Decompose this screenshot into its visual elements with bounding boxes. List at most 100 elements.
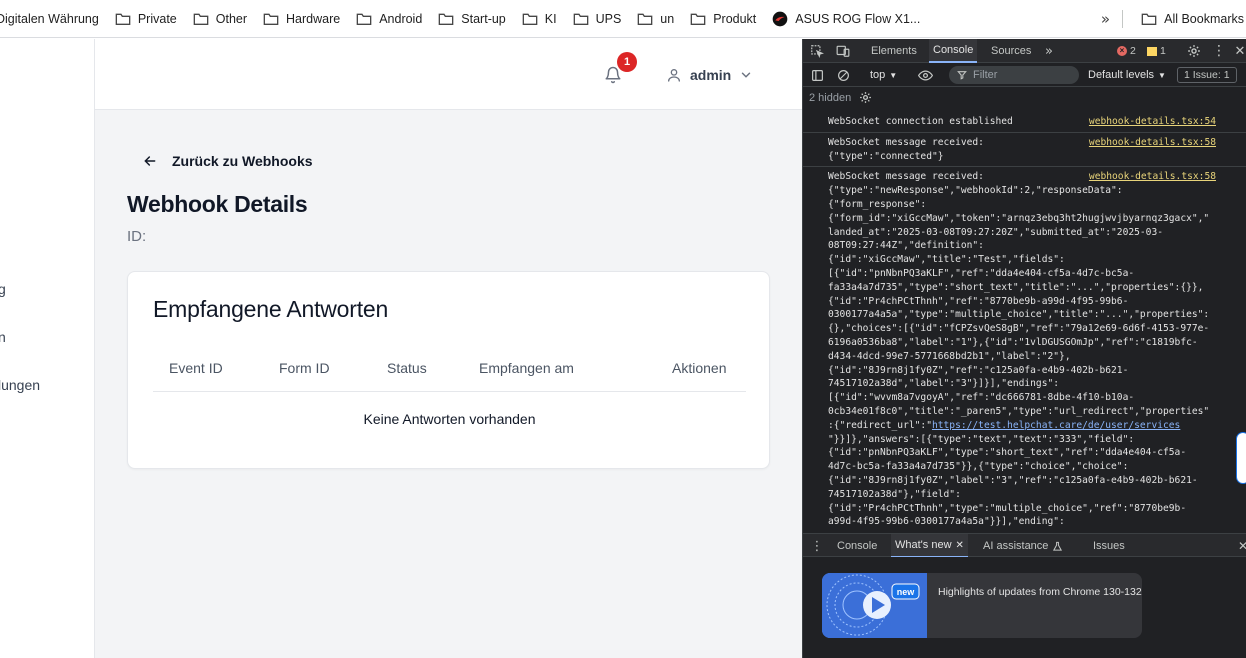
console-message: webhook-details.tsx:58 WebSocket message …	[803, 133, 1246, 168]
bookmarks-divider	[1122, 10, 1124, 28]
drawer-tab-label: What's new	[895, 539, 952, 551]
drawer-tab-issues[interactable]: Issues	[1089, 534, 1129, 558]
console-source-link[interactable]: webhook-details.tsx:58	[1089, 170, 1216, 184]
bookmark-item[interactable]: Private	[107, 5, 185, 33]
settings-gear-icon[interactable]	[1186, 43, 1202, 59]
close-tab-icon[interactable]: ✕	[956, 540, 964, 551]
issues-button[interactable]: 1 Issue: 1	[1177, 67, 1237, 83]
bookmark-label: Digitalen Währung	[0, 11, 99, 26]
user-menu-button[interactable]: admin	[666, 65, 753, 85]
drawer-tab-ai-assistance[interactable]: AI assistance	[979, 534, 1067, 558]
bookmarks-overflow-button[interactable]: »	[1097, 10, 1114, 28]
tab-console[interactable]: Console	[929, 39, 978, 63]
whats-new-card[interactable]: new Highlights of updates from Chrome 13…	[822, 573, 1142, 638]
folder-icon	[115, 12, 131, 26]
bookmark-item[interactable]: Start-up	[430, 5, 513, 33]
device-toolbar-icon[interactable]	[835, 43, 851, 59]
bookmark-item[interactable]: Digitalen Währung	[0, 5, 107, 33]
console-line: {"form_response":	[828, 198, 927, 210]
console-line: [{"id":"pnNbnPQ3aKLF","ref":"dda4e404-cf…	[828, 267, 1135, 279]
folder-icon	[438, 12, 454, 26]
log-levels-dropdown[interactable]: Default levels ▼	[1088, 63, 1166, 87]
webapp: g n lungen 1 admin Zurück zu Webhooks We…	[0, 39, 802, 658]
console-line: 0300177a4a5a","type":"multiple_choice","…	[828, 309, 1210, 321]
bookmark-label: Other	[215, 11, 248, 26]
console-source-link[interactable]: webhook-details.tsx:58	[1089, 136, 1216, 150]
chrome-highlights-image: new	[822, 573, 927, 638]
all-bookmarks-button[interactable]: All Bookmarks	[1133, 5, 1246, 33]
console-output: webhook-details.tsx:54 WebSocket connecti…	[803, 112, 1246, 532]
caret-down-icon: ▼	[889, 70, 898, 80]
sidebar-toggle-icon[interactable]	[809, 67, 825, 83]
bookmark-item[interactable]: ASUS ROG Flow X1...	[764, 5, 928, 33]
drawer-tab-console[interactable]: Console	[833, 534, 881, 558]
console-line: {"id":"xiGccMaw","title":"Test","fields"…	[828, 254, 1065, 266]
user-name: admin	[690, 67, 732, 83]
bookmark-item[interactable]: Android	[348, 5, 430, 33]
bookmark-item[interactable]: Produkt	[682, 5, 764, 33]
arrow-left-icon	[144, 156, 156, 166]
whats-new-panel: new Highlights of updates from Chrome 13…	[803, 557, 1246, 658]
drawer-menu-icon[interactable]: ⋮	[811, 538, 824, 554]
sidebar-item[interactable]: n	[0, 329, 6, 345]
folder-icon	[193, 12, 209, 26]
caret-down-icon: ▼	[1158, 70, 1166, 80]
bookmark-item[interactable]: KI	[514, 5, 565, 33]
table-header: Event ID Form ID Status Empfangen am Akt…	[153, 353, 746, 392]
bookmark-item[interactable]: un	[629, 5, 682, 33]
bookmark-item[interactable]: Other	[185, 5, 255, 33]
bookmark-item[interactable]: UPS	[565, 5, 630, 33]
tab-sources[interactable]: Sources	[987, 39, 1035, 63]
gear-icon[interactable]	[859, 91, 872, 104]
responses-title: Empfangene Antworten	[153, 296, 389, 322]
responses-card: Empfangene Antworten Event ID Form ID St…	[127, 271, 770, 469]
kebab-menu-icon[interactable]: ⋮	[1212, 43, 1226, 59]
warning-count: 1	[1160, 45, 1166, 57]
console-line: d434-4dcd-99e7-5771668bd2b1","label":"2"…	[828, 350, 1071, 362]
error-count: 2	[1130, 45, 1136, 57]
drawer-tab-whats-new[interactable]: What's new ✕	[891, 534, 968, 558]
sidebar-item[interactable]: lungen	[0, 377, 40, 393]
console-source-link[interactable]: webhook-details.tsx:54	[1089, 115, 1216, 129]
floating-extension-icon[interactable]	[1236, 432, 1246, 484]
bookmarks-bar: Digitalen Währung Private Other Hardware And…	[0, 0, 1246, 38]
back-to-webhooks-link[interactable]: Zurück zu Webhooks	[142, 153, 313, 169]
console-url-link[interactable]: https://test.helpchat.care/de/user/servi…	[932, 420, 1180, 431]
clear-console-icon[interactable]	[835, 67, 851, 83]
sidebar-item[interactable]: g	[0, 281, 6, 297]
devtools-tabbar: Elements Console Sources » × 2 1 ⋮ ✕	[803, 39, 1246, 63]
console-line: {"id":"8J9rn8j1fy0Z","ref":"c125a0fa-e4b…	[828, 364, 1129, 376]
notification-badge: 1	[617, 52, 637, 72]
column-header-actions: Aktionen	[672, 360, 727, 376]
console-filter-input[interactable]: Filter	[949, 66, 1079, 84]
back-label: Zurück zu Webhooks	[172, 153, 313, 169]
drawer-tab-label: AI assistance	[983, 540, 1049, 552]
console-line: {"form_id":"xiGccMaw","token":"arnqz3ebq…	[828, 212, 1210, 224]
console-line: fa33a4a7d735","type":"short_text","title…	[828, 281, 1204, 293]
console-message: webhook-details.tsx:54 WebSocket connecti…	[803, 112, 1246, 133]
column-header-status: Status	[387, 360, 427, 376]
error-counter[interactable]: × 2	[1117, 43, 1136, 59]
more-tabs-icon[interactable]: »	[1041, 43, 1057, 59]
bookmark-item[interactable]: Hardware	[255, 5, 348, 33]
screen: Digitalen Währung Private Other Hardware And…	[0, 0, 1246, 658]
console-line: {},"choices":[{"id":"fCPZsvQeS8gB","ref"…	[828, 323, 1210, 335]
whats-new-title: Highlights of updates from Chrome 130-13…	[938, 586, 1142, 598]
warning-counter[interactable]: 1	[1147, 43, 1166, 59]
bookmark-label: un	[660, 11, 675, 26]
close-icon[interactable]: ✕	[1233, 43, 1246, 59]
rog-logo-icon	[772, 11, 788, 27]
eye-icon[interactable]	[917, 67, 933, 83]
new-badge: new	[897, 587, 916, 597]
console-message: webhook-details.tsx:58 WebSocket message …	[803, 167, 1246, 532]
context-selector[interactable]: top ▼	[870, 63, 897, 87]
devtools-panel: Elements Console Sources » × 2 1 ⋮ ✕ top…	[802, 39, 1246, 658]
webhook-id: ID:	[127, 228, 147, 245]
bookmark-label: ASUS ROG Flow X1...	[795, 11, 921, 26]
inspect-element-icon[interactable]	[809, 43, 825, 59]
tab-elements[interactable]: Elements	[867, 39, 921, 63]
chevron-down-icon	[742, 72, 751, 78]
close-drawer-icon[interactable]: ✕	[1237, 538, 1246, 554]
flask-icon	[1053, 541, 1063, 551]
folder-icon	[356, 12, 372, 26]
